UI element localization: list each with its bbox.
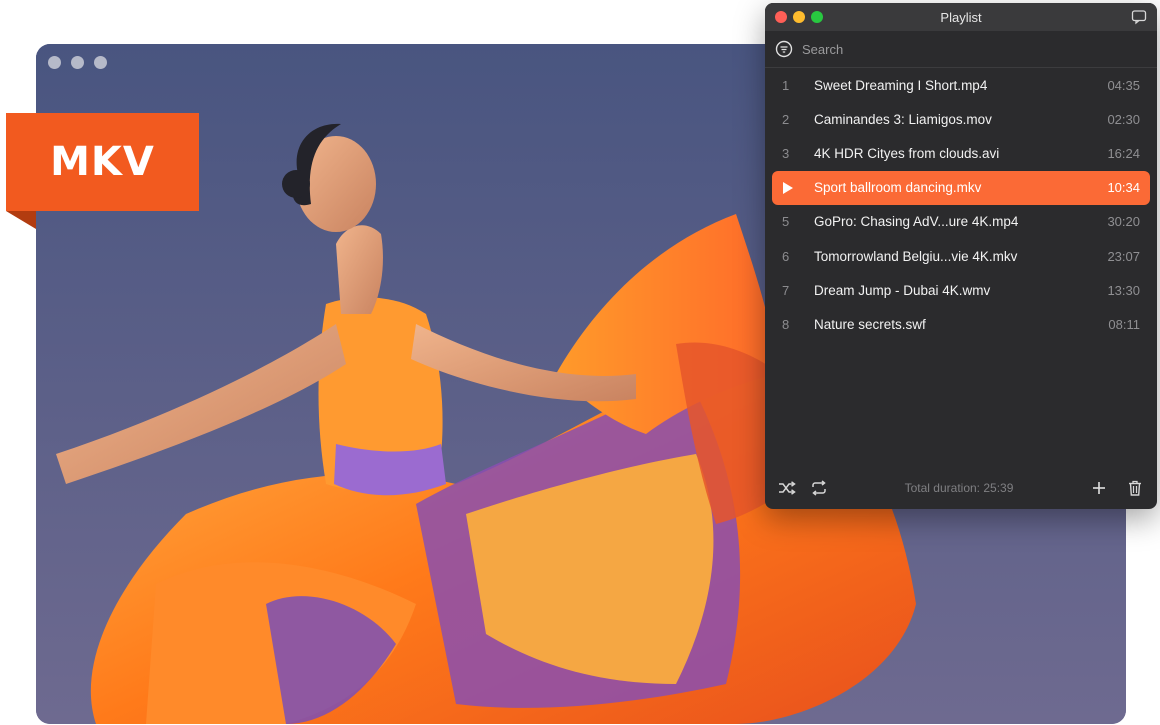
- item-duration: 16:24: [1107, 145, 1140, 161]
- playlist-item[interactable]: 5 GoPro: Chasing AdV...ure 4K.mp4 30:20: [772, 205, 1150, 239]
- item-duration: 30:20: [1107, 214, 1140, 230]
- badge-fold-decoration: [6, 211, 36, 229]
- search-icon: [775, 40, 793, 58]
- playlist-item[interactable]: 8 Nature secrets.swf 08:11: [772, 307, 1150, 341]
- item-title: Nature secrets.swf: [814, 316, 926, 332]
- playlist-items: 1 Sweet Dreaming I Short.mp4 04:35 2 Cam…: [765, 68, 1157, 342]
- chat-icon[interactable]: [1131, 9, 1147, 25]
- playlist-titlebar: Playlist: [765, 3, 1157, 31]
- item-title: Tomorrowland Belgiu...vie 4K.mkv: [814, 248, 1018, 264]
- item-title: GoPro: Chasing AdV...ure 4K.mp4: [814, 214, 1019, 230]
- item-title: Caminandes 3: Liamigos.mov: [814, 111, 992, 127]
- playlist-item-playing[interactable]: Sport ballroom dancing.mkv 10:34: [772, 170, 1150, 205]
- minimize-window-button[interactable]: [793, 11, 805, 23]
- item-number: 3: [782, 145, 790, 161]
- shuffle-icon[interactable]: [777, 478, 797, 498]
- close-window-button[interactable]: [775, 11, 787, 23]
- traffic-lights: [775, 11, 823, 23]
- item-number: 8: [782, 316, 790, 332]
- format-badge-label: MKV: [50, 139, 155, 185]
- search-bar[interactable]: Search: [765, 31, 1157, 68]
- item-duration: 04:35: [1107, 77, 1140, 93]
- window-dot[interactable]: [48, 56, 61, 69]
- search-input[interactable]: Search: [802, 42, 843, 57]
- playlist-item[interactable]: 3 4K HDR Cityes from clouds.avi 16:24: [772, 136, 1150, 170]
- item-duration: 13:30: [1107, 282, 1140, 298]
- item-number: 7: [782, 282, 790, 298]
- item-duration: 08:11: [1108, 316, 1140, 332]
- item-title: Sweet Dreaming I Short.mp4: [814, 77, 988, 93]
- item-title: 4K HDR Cityes from clouds.avi: [814, 145, 1000, 161]
- window-dot[interactable]: [94, 56, 107, 69]
- playlist-footer: Total duration: 25:39: [765, 467, 1157, 509]
- zoom-window-button[interactable]: [811, 11, 823, 23]
- item-number: 6: [782, 248, 790, 264]
- playlist-item[interactable]: 1 Sweet Dreaming I Short.mp4 04:35: [772, 68, 1150, 102]
- item-duration: 23:07: [1107, 248, 1140, 264]
- format-badge: MKV: [6, 113, 199, 211]
- playlist-window: Playlist Search 1 Sweet Dreaming I Short…: [765, 3, 1157, 509]
- item-title: Dream Jump - Dubai 4K.wmv: [814, 282, 991, 298]
- total-duration: Total duration: 25:39: [904, 481, 1014, 495]
- playlist-item[interactable]: 2 Caminandes 3: Liamigos.mov 02:30: [772, 102, 1150, 136]
- window-dot[interactable]: [71, 56, 84, 69]
- item-number: 1: [782, 77, 790, 93]
- play-icon: [782, 181, 814, 195]
- item-number: 5: [782, 214, 790, 230]
- item-duration: 10:34: [1107, 180, 1140, 196]
- playlist-title: Playlist: [940, 9, 982, 25]
- window-controls: [48, 56, 107, 69]
- trash-icon[interactable]: [1125, 478, 1145, 498]
- add-icon[interactable]: [1089, 478, 1109, 498]
- item-number: 2: [782, 111, 790, 127]
- playlist-item[interactable]: 7 Dream Jump - Dubai 4K.wmv 13:30: [772, 273, 1150, 307]
- item-duration: 02:30: [1107, 111, 1140, 127]
- playlist-item[interactable]: 6 Tomorrowland Belgiu...vie 4K.mkv 23:07: [772, 239, 1150, 273]
- repeat-icon[interactable]: [809, 478, 829, 498]
- item-title: Sport ballroom dancing.mkv: [814, 180, 982, 196]
